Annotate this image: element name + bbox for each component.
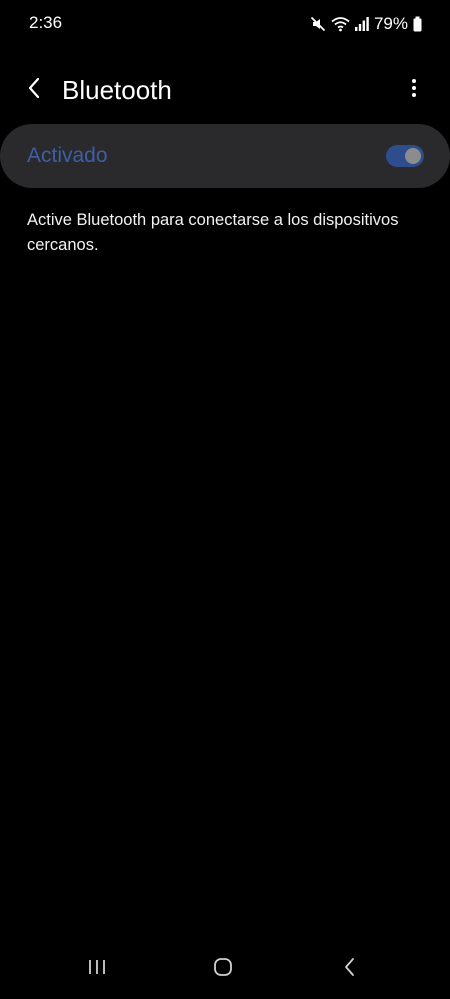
home-button[interactable] — [201, 955, 245, 983]
wifi-icon — [331, 16, 350, 32]
bluetooth-switch-label: Activado — [27, 144, 108, 167]
navigation-bar — [0, 945, 450, 999]
chevron-left-icon — [27, 77, 41, 104]
recents-icon — [87, 958, 107, 981]
mute-icon — [310, 16, 326, 32]
battery-icon — [413, 16, 422, 32]
recents-button[interactable] — [75, 955, 119, 983]
back-button[interactable] — [18, 74, 50, 106]
back-icon — [343, 957, 355, 982]
status-icons: 79% — [310, 12, 422, 36]
more-options-button[interactable] — [400, 74, 428, 106]
signal-icon — [354, 16, 369, 32]
battery-percentage: 79% — [373, 14, 408, 33]
bluetooth-toggle[interactable] — [386, 145, 424, 167]
nav-back-button[interactable] — [327, 955, 371, 983]
home-icon — [213, 957, 233, 982]
more-vertical-icon — [411, 78, 417, 103]
page-title: Bluetooth — [62, 75, 172, 105]
app-header: Bluetooth — [0, 64, 450, 116]
toggle-thumb — [405, 148, 421, 164]
status-bar: 2:36 79% — [0, 0, 450, 48]
bluetooth-description: Active Bluetooth para conectarse a los d… — [27, 211, 399, 254]
status-time: 2:36 — [29, 13, 63, 32]
bluetooth-master-switch-row[interactable]: Activado — [0, 124, 450, 188]
